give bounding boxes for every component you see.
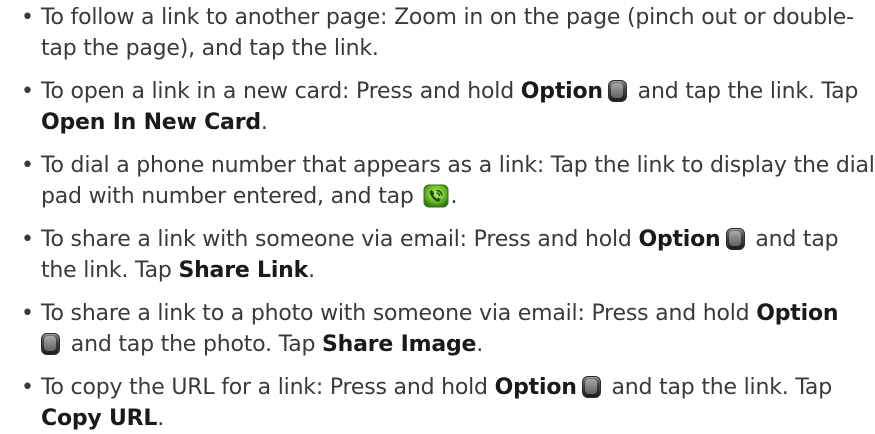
item-text: To share a link with someone via email: … (41, 227, 639, 252)
list-item-open-new-card: • To open a link in a new card: Press an… (0, 76, 875, 138)
option-key-label: Option (520, 79, 603, 104)
bullet: • (21, 79, 34, 104)
document-page: • To follow a link to another page: Zoom… (0, 0, 875, 431)
item-text: . (450, 184, 458, 209)
item-text: To follow a link to another page: Zoom i… (41, 5, 854, 61)
item-text: To dial a phone number that appears as a… (41, 153, 875, 209)
menu-command-label: Share Link (178, 258, 309, 283)
item-text: To copy the URL for a link: Press and ho… (41, 375, 495, 400)
item-text: To open a link in a new card: Press and … (41, 79, 521, 104)
list-item-follow-link: • To follow a link to another page: Zoom… (0, 2, 875, 64)
item-text: . (157, 406, 165, 431)
bullet: • (21, 153, 34, 178)
bullet: • (21, 301, 34, 326)
item-text: . (476, 332, 484, 357)
instruction-list: • To follow a link to another page: Zoom… (0, 2, 875, 434)
list-item-share-image: • To share a link to a photo with someon… (0, 298, 875, 360)
option-key-icon (607, 80, 627, 102)
item-text: and tap the photo. Tap (64, 332, 323, 357)
bullet: • (21, 227, 34, 252)
menu-command-label: Open In New Card (41, 110, 261, 135)
menu-command-label: Share Image (322, 332, 477, 357)
option-key-label: Option (638, 227, 721, 252)
list-item-copy-url: • To copy the URL for a link: Press and … (0, 372, 875, 434)
phone-call-icon (423, 184, 449, 208)
option-key-label: Option (756, 301, 839, 326)
bullet: • (21, 375, 34, 400)
menu-command-label: Copy URL (41, 406, 158, 431)
list-item-dial-phone: • To dial a phone number that appears as… (0, 150, 875, 212)
option-key-icon (41, 333, 60, 355)
item-text: and tap the link. Tap (604, 375, 832, 400)
option-key-icon (725, 228, 745, 250)
item-text: To share a link to a photo with someone … (41, 301, 757, 326)
item-text: and tap the link. Tap (630, 79, 859, 104)
option-key-label: Option (494, 375, 577, 400)
option-key-icon (581, 376, 601, 398)
item-text: . (260, 110, 268, 135)
list-item-share-link: • To share a link with someone via email… (0, 224, 875, 286)
bullet: • (21, 5, 34, 30)
item-text: . (308, 258, 315, 283)
